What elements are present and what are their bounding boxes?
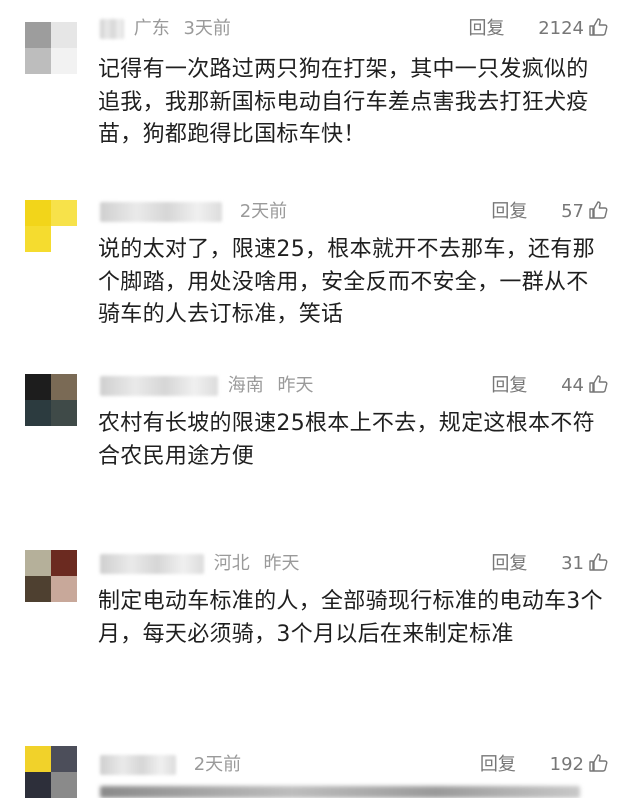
avatar[interactable] [25, 200, 77, 252]
avatar-tile [51, 374, 77, 400]
username-redacted[interactable] [100, 755, 176, 775]
like-count: 2124 [538, 18, 584, 39]
username-redacted[interactable] [100, 376, 218, 396]
reply-button[interactable]: 回复 [491, 553, 527, 574]
comment-time: 2天前 [239, 201, 288, 222]
comment-time: 昨天 [277, 375, 314, 396]
like-button[interactable]: 44 [561, 375, 608, 396]
avatar-tile [51, 48, 77, 74]
avatar-tile [51, 746, 77, 772]
comment-text-cutoff [100, 786, 580, 798]
avatar-tile [51, 226, 77, 252]
avatar-tile [51, 22, 77, 48]
avatar-tile [51, 576, 77, 602]
avatar[interactable] [25, 22, 77, 74]
thumbs-up-icon [589, 754, 608, 772]
like-count: 44 [561, 375, 584, 396]
avatar-tile [25, 576, 51, 602]
comment-meta: 广东 3天前 [100, 15, 231, 43]
avatar-tile [25, 374, 51, 400]
like-count: 57 [561, 201, 584, 222]
reply-button[interactable]: 回复 [491, 375, 527, 396]
comment-meta: 2天前 [100, 198, 287, 226]
comment-actions: 回复 44 [491, 372, 608, 400]
avatar-tile [25, 550, 51, 576]
comment-actions: 回复 57 [491, 198, 608, 226]
comment-time: 3天前 [183, 18, 231, 39]
comment-time: 2天前 [193, 754, 242, 775]
comment-meta: 2天前 [100, 751, 241, 779]
avatar-tile [51, 550, 77, 576]
like-button[interactable]: 57 [561, 201, 608, 222]
reply-button[interactable]: 回复 [491, 201, 527, 222]
avatar-tile [51, 200, 77, 226]
comment-text: 说的太对了，限速25，根本就开不去那车，还有那个脚踏，用处没啥用，安全反而不安全… [98, 237, 595, 327]
avatar-tile [51, 400, 77, 426]
thumbs-up-icon [589, 553, 608, 571]
avatar-tile [25, 772, 51, 798]
username-redacted[interactable] [100, 19, 124, 39]
comment-text: 记得有一次路过两只狗在打架，其中一只发疯似的追我，我那新国标电动自行车差点害我去… [98, 57, 589, 147]
reply-button[interactable]: 回复 [468, 18, 504, 39]
like-button[interactable]: 31 [561, 553, 608, 574]
reply-button[interactable]: 回复 [480, 754, 516, 775]
avatar-tile [25, 22, 51, 48]
comment-actions: 回复 2124 [468, 15, 608, 43]
avatar-tile [25, 226, 51, 252]
thumbs-up-icon [589, 201, 608, 219]
avatar[interactable] [25, 374, 77, 426]
thumbs-up-icon [589, 375, 608, 393]
avatar-tile [51, 772, 77, 798]
avatar-tile [25, 746, 51, 772]
username-redacted[interactable] [100, 202, 222, 222]
avatar[interactable] [25, 746, 77, 798]
comment-meta: 海南 昨天 [100, 372, 313, 400]
comment-text: 制定电动车标准的人，全部骑现行标准的电动车3个月，每天必须骑，3个月以后在来制定… [98, 589, 603, 647]
avatar-tile [25, 400, 51, 426]
comment-meta: 河北 昨天 [100, 550, 299, 578]
comment-actions: 回复 31 [491, 550, 608, 578]
comment-region: 海南 [227, 375, 264, 396]
avatar-tile [25, 48, 51, 74]
avatar[interactable] [25, 550, 77, 602]
like-button[interactable]: 192 [550, 754, 608, 775]
avatar-tile [25, 200, 51, 226]
like-button[interactable]: 2124 [538, 18, 608, 39]
like-count: 31 [561, 553, 584, 574]
comment-text: 农村有长坡的限速25根本上不去，规定这根本不符合农民用途方便 [98, 411, 595, 469]
username-redacted[interactable] [100, 554, 204, 574]
comment-actions: 回复 192 [480, 751, 608, 779]
comment-region: 河北 [213, 553, 250, 574]
comment-time: 昨天 [263, 553, 300, 574]
thumbs-up-icon [589, 18, 608, 36]
comment-region: 广东 [133, 18, 170, 39]
like-count: 192 [549, 754, 584, 775]
